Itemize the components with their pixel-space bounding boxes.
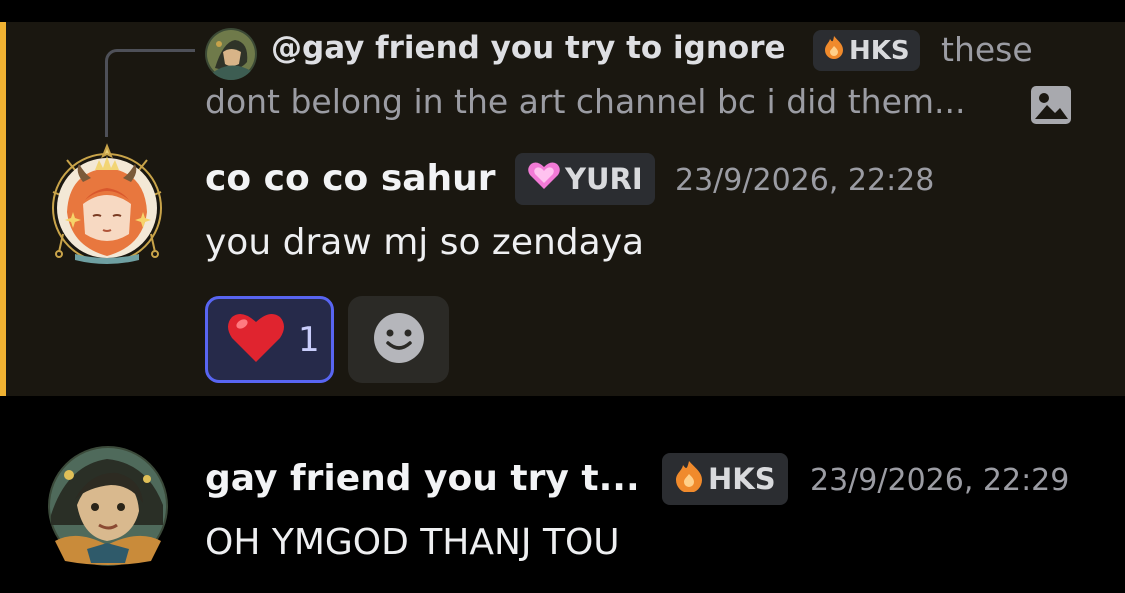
author-name[interactable]: co co co sahur xyxy=(205,158,496,199)
reply-preview-text[interactable]: these xyxy=(941,30,1033,69)
server-tag[interactable]: YURI xyxy=(515,153,655,205)
reply-server-tag[interactable]: HKS xyxy=(813,30,920,71)
flame-icon xyxy=(823,35,845,66)
smile-icon xyxy=(373,312,425,368)
reply-avatar[interactable] xyxy=(205,28,257,80)
server-tag-label-2: HKS xyxy=(708,462,776,496)
message-timestamp-2: 23/9/2026, 22:29 xyxy=(810,463,1070,498)
author-name-2[interactable]: gay friend you try t... xyxy=(205,458,640,499)
message-content[interactable]: you draw mj so zendaya xyxy=(205,222,644,263)
message-content-2[interactable]: OH YMGOD THANJ TOU xyxy=(205,522,620,563)
add-reaction-button[interactable] xyxy=(348,296,449,383)
reply-connector-line xyxy=(105,49,195,137)
heart-icon xyxy=(527,161,561,198)
user-avatar-2[interactable] xyxy=(47,445,169,567)
server-tag-2[interactable]: HKS xyxy=(662,453,788,505)
user-avatar[interactable] xyxy=(45,142,170,267)
message-timestamp: 23/9/2026, 22:28 xyxy=(675,163,935,198)
reaction-heart-button[interactable]: 1 xyxy=(205,296,334,383)
server-tag-label: YURI xyxy=(565,162,643,196)
reply-server-tag-label: HKS xyxy=(849,35,910,66)
reaction-count: 1 xyxy=(298,319,320,360)
reply-author-name[interactable]: @gay friend you try to ignore xyxy=(271,30,786,66)
heart-emoji-icon xyxy=(226,310,286,370)
image-icon xyxy=(1030,85,1072,125)
flame-icon xyxy=(674,460,704,499)
reply-preview-text-continued[interactable]: dont belong in the art channel bc i did … xyxy=(205,82,966,121)
